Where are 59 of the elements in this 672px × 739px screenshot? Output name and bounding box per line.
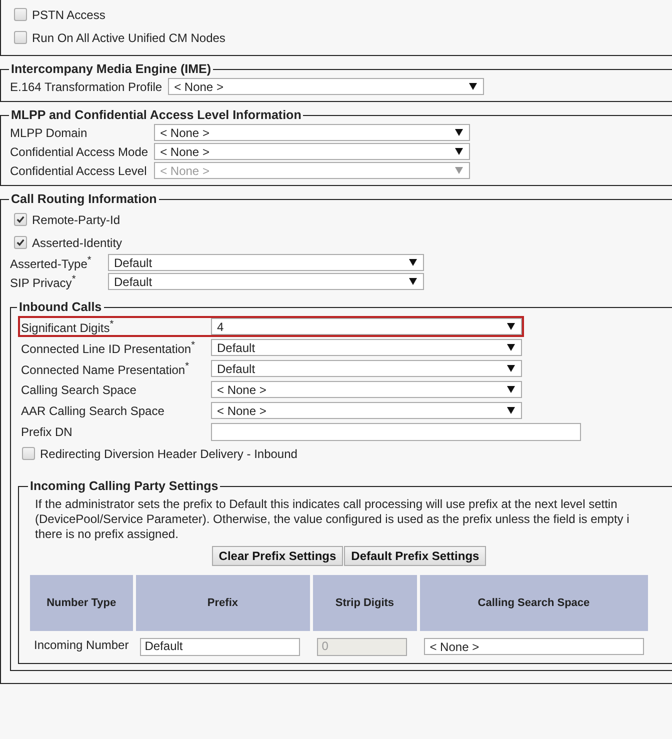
dropdown[interactable]: Default [108, 273, 424, 290]
info-paragraph: If the administrator sets the prefix to Default this indicates call processing will use prefix at the next level settin (DevicePool/Service Parameter). Otherwise, the value configured is used as the prefix unless the field is empty i there is no prefix assigned. [35, 497, 630, 542]
field-label: Prefix DN [21, 424, 74, 438]
caret-icon [455, 148, 464, 155]
field-label: MLPP Domain [10, 126, 88, 140]
field-label: E.164 Transformation Profile [10, 80, 162, 94]
section-title: Inbound Calls [18, 300, 103, 314]
caret-icon [455, 129, 464, 136]
dropdown[interactable]: < None > [211, 402, 522, 419]
caret-icon [469, 83, 478, 90]
dropdown[interactable]: < None > [154, 143, 470, 160]
field-label: Confidential Access Mode [10, 144, 148, 158]
field-label: SIP Privacy$^{*}$ [10, 274, 77, 290]
checkbox-label: Run On All Active Unified CM Nodes [32, 30, 226, 44]
field-label: Calling Search Space [21, 382, 138, 396]
checkbox[interactable] [14, 31, 27, 44]
input-field[interactable]: Default [140, 638, 300, 656]
prefix-settings-button[interactable]: Clear Prefix Settings [212, 546, 344, 566]
caret-icon [507, 344, 515, 351]
caret-icon [507, 407, 515, 414]
dropdown[interactable]: Default [108, 254, 424, 271]
field-label: Significant Digits$^{*}$ [21, 318, 115, 334]
caret-icon [507, 365, 515, 372]
checkbox[interactable] [14, 236, 27, 249]
field-label: Connected Line ID Presentation$^{*}$ [21, 340, 196, 356]
column-header: Strip Digits [312, 575, 417, 631]
field-label: Asserted-Type$^{*}$ [10, 254, 92, 270]
input-field[interactable] [211, 422, 581, 440]
prefix-settings-button[interactable]: Default Prefix Settings [344, 546, 486, 566]
caret-icon [409, 259, 417, 266]
checkbox-label: Redirecting Diversion Header Delivery - Inbound [40, 446, 298, 460]
checkbox[interactable] [14, 8, 27, 21]
dropdown[interactable]: < None > [154, 124, 470, 141]
dropdown[interactable]: 4 [211, 318, 522, 335]
checkbox[interactable] [14, 213, 27, 226]
dropdown[interactable]: < None > [168, 78, 484, 95]
caret-icon [409, 278, 417, 285]
field-label: Confidential Access Level [10, 164, 148, 178]
dropdown[interactable]: < None > [424, 638, 644, 655]
section-title: Intercompany Media Engine (IME) [10, 62, 212, 76]
section-title: Incoming Calling Party Settings [29, 479, 220, 493]
caret-icon [455, 167, 464, 174]
column-header: Prefix [136, 575, 310, 631]
dropdown[interactable]: Default [211, 360, 522, 377]
dropdown[interactable]: < None > [211, 381, 522, 398]
field-label: AAR Calling Search Space [21, 404, 166, 418]
caret-icon [507, 386, 515, 393]
checkbox-label: Asserted-Identity [32, 236, 122, 250]
checkbox-label: PSTN Access [32, 8, 106, 22]
checkbox-label: Remote-Party-Id [32, 212, 120, 226]
checkbox[interactable] [22, 447, 35, 460]
section-title: MLPP and Confidential Access Level Information [10, 108, 302, 122]
field-label: Connected Name Presentation$^{*}$ [21, 360, 190, 376]
column-header: Calling Search Space [420, 575, 648, 631]
table-cell: Incoming Number [34, 638, 129, 652]
caret-icon [507, 323, 515, 330]
section-title: Call Routing Information [10, 192, 158, 206]
column-header: Number Type [30, 575, 133, 631]
dropdown[interactable]: Default [211, 339, 522, 356]
